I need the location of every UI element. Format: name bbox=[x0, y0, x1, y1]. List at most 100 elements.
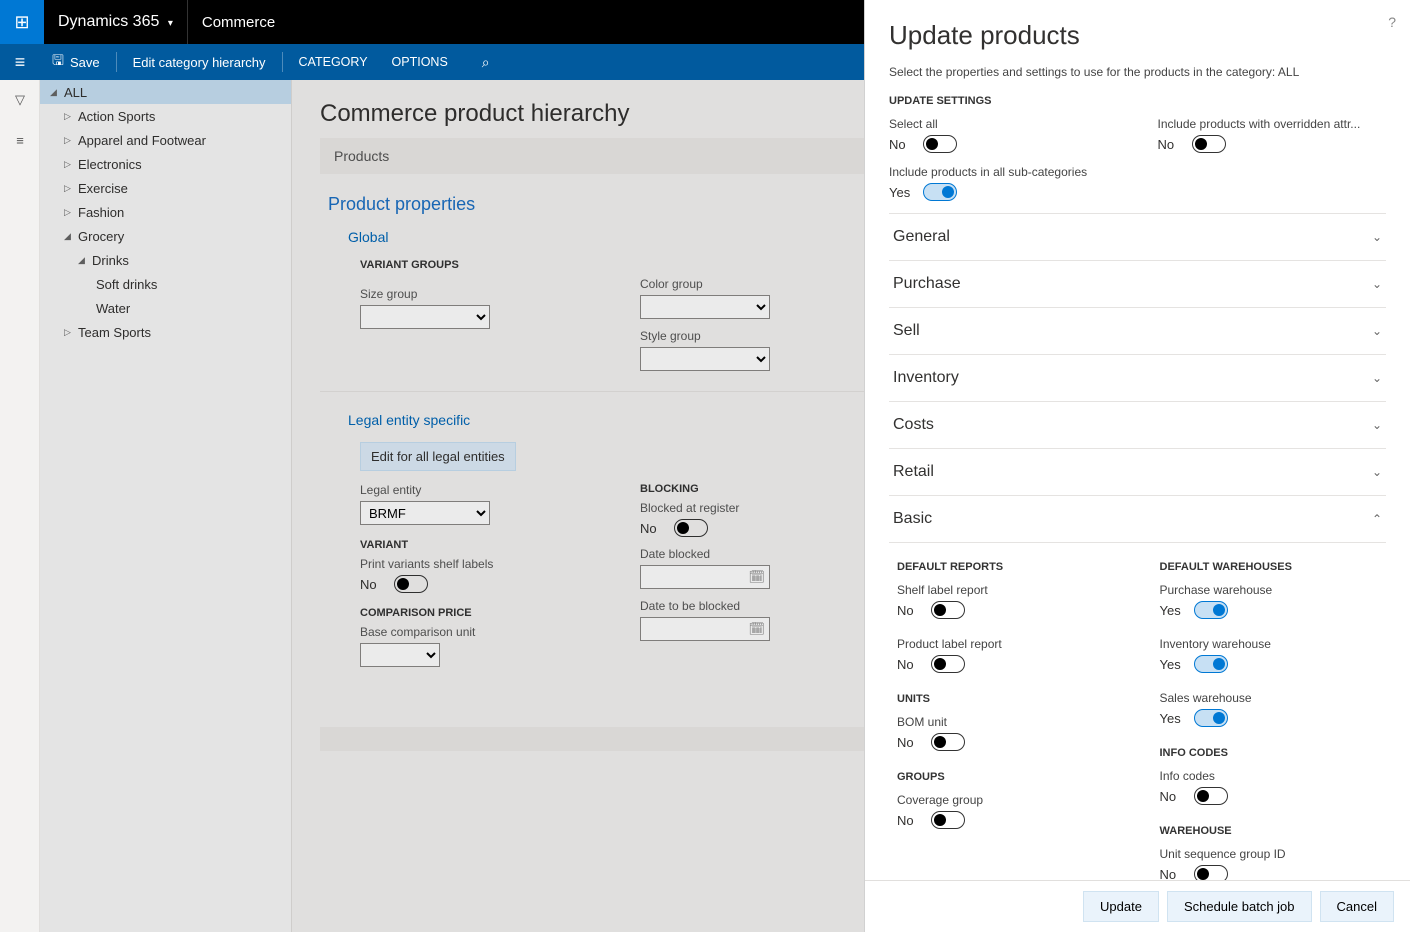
collapse-icon: ◢ bbox=[64, 231, 78, 242]
style-group-select[interactable] bbox=[640, 347, 770, 371]
edit-all-legal-entities-button[interactable]: Edit for all legal entities bbox=[360, 442, 516, 471]
info-codes-value: No bbox=[1160, 789, 1194, 804]
schedule-batch-job-button[interactable]: Schedule batch job bbox=[1167, 891, 1312, 922]
date-blocked-input[interactable]: 🗓 bbox=[640, 565, 770, 589]
accordion-purchase[interactable]: Purchase⌄ bbox=[889, 261, 1386, 308]
info-codes-toggle[interactable] bbox=[1194, 787, 1228, 805]
calendar-icon: 🗓 bbox=[748, 621, 765, 637]
print-variants-label: Print variants shelf labels bbox=[360, 557, 560, 571]
chevron-down-icon: ⌄ bbox=[1372, 465, 1382, 479]
coverage-group-label: Coverage group bbox=[897, 793, 1120, 807]
bom-unit-value: No bbox=[897, 735, 931, 750]
include-overridden-toggle[interactable] bbox=[1192, 135, 1226, 153]
sales-warehouse-label: Sales warehouse bbox=[1160, 691, 1383, 705]
expand-icon: ▷ bbox=[64, 183, 78, 194]
default-reports-heading: DEFAULT REPORTS bbox=[897, 561, 1120, 573]
units-heading: UNITS bbox=[897, 693, 1120, 705]
accordion-sell[interactable]: Sell⌄ bbox=[889, 308, 1386, 355]
chevron-up-icon: ⌃ bbox=[1372, 512, 1382, 526]
include-subcategories-toggle[interactable] bbox=[923, 183, 957, 201]
category-menu[interactable]: CATEGORY bbox=[287, 44, 380, 80]
print-variants-toggle[interactable] bbox=[394, 575, 428, 593]
app-launcher-icon[interactable]: ⊞ bbox=[0, 0, 44, 44]
legal-entity-label: Legal entity bbox=[360, 483, 560, 497]
tree-node[interactable]: ▷Exercise bbox=[40, 176, 291, 200]
purchase-warehouse-label: Purchase warehouse bbox=[1160, 583, 1383, 597]
info-codes-label: Info codes bbox=[1160, 769, 1383, 783]
base-comparison-select[interactable] bbox=[360, 643, 440, 667]
hamburger-icon[interactable]: ≡ bbox=[0, 44, 40, 80]
expand-icon: ▷ bbox=[64, 111, 78, 122]
panel-description: Select the properties and settings to us… bbox=[889, 65, 1386, 79]
print-variants-value: No bbox=[360, 577, 394, 592]
panel-title: Update products bbox=[889, 20, 1386, 51]
search-icon[interactable]: ⌕ bbox=[470, 44, 502, 80]
base-comparison-label: Base comparison unit bbox=[360, 625, 560, 639]
coverage-group-toggle[interactable] bbox=[931, 811, 965, 829]
expand-icon: ▷ bbox=[64, 159, 78, 170]
tree-node[interactable]: ▷Action Sports bbox=[40, 104, 291, 128]
accordion-inventory[interactable]: Inventory⌄ bbox=[889, 355, 1386, 402]
help-icon[interactable]: ? bbox=[1388, 14, 1396, 30]
tree-node-grocery[interactable]: ◢Grocery bbox=[40, 224, 291, 248]
shelf-label-report-value: No bbox=[897, 603, 931, 618]
bom-unit-toggle[interactable] bbox=[931, 733, 965, 751]
color-group-select[interactable] bbox=[640, 295, 770, 319]
shelf-label-report-toggle[interactable] bbox=[931, 601, 965, 619]
blocking-title: BLOCKING bbox=[640, 483, 840, 495]
category-tree: ◢ ALL ▷Action Sports ▷Apparel and Footwe… bbox=[40, 80, 292, 932]
expand-icon: ▷ bbox=[64, 135, 78, 146]
product-label-report-toggle[interactable] bbox=[931, 655, 965, 673]
size-group-label: Size group bbox=[360, 287, 560, 301]
tree-node[interactable]: ▷Fashion bbox=[40, 200, 291, 224]
inventory-warehouse-toggle[interactable] bbox=[1194, 655, 1228, 673]
groups-heading: GROUPS bbox=[897, 771, 1120, 783]
chevron-down-icon: ⌄ bbox=[1372, 324, 1382, 338]
include-overridden-value: No bbox=[1158, 137, 1192, 152]
save-button[interactable]: Save bbox=[40, 44, 112, 80]
date-blocked-label: Date blocked bbox=[640, 547, 840, 561]
include-overridden-label: Include products with overridden attr... bbox=[1158, 117, 1387, 131]
purchase-warehouse-toggle[interactable] bbox=[1194, 601, 1228, 619]
select-all-label: Select all bbox=[889, 117, 1118, 131]
tree-node[interactable]: ▷Electronics bbox=[40, 152, 291, 176]
select-all-toggle[interactable] bbox=[923, 135, 957, 153]
expand-icon: ▷ bbox=[64, 207, 78, 218]
tree-node-drinks[interactable]: ◢Drinks bbox=[40, 248, 291, 272]
coverage-group-value: No bbox=[897, 813, 931, 828]
color-group-label: Color group bbox=[640, 277, 840, 291]
inventory-warehouse-value: Yes bbox=[1160, 657, 1194, 672]
unit-sequence-label: Unit sequence group ID bbox=[1160, 847, 1383, 861]
update-button[interactable]: Update bbox=[1083, 891, 1159, 922]
variant-title: VARIANT bbox=[360, 539, 560, 551]
legal-entity-select[interactable]: BRMF bbox=[360, 501, 490, 525]
brand-label: Dynamics 365 bbox=[58, 13, 159, 30]
tree-node-all[interactable]: ◢ ALL bbox=[40, 80, 291, 104]
edit-category-hierarchy-button[interactable]: Edit category hierarchy bbox=[121, 44, 278, 80]
accordion-retail[interactable]: Retail⌄ bbox=[889, 449, 1386, 496]
accordion-basic[interactable]: Basic⌃ bbox=[889, 496, 1386, 543]
tree-node[interactable]: ▷Apparel and Footwear bbox=[40, 128, 291, 152]
sales-warehouse-value: Yes bbox=[1160, 711, 1194, 726]
tree-node[interactable]: ▷Team Sports bbox=[40, 320, 291, 344]
date-to-block-input[interactable]: 🗓 bbox=[640, 617, 770, 641]
chevron-down-icon: ⌄ bbox=[1372, 418, 1382, 432]
tree-node[interactable]: Water bbox=[40, 296, 291, 320]
cancel-button[interactable]: Cancel bbox=[1320, 891, 1394, 922]
blocked-register-toggle[interactable] bbox=[674, 519, 708, 537]
unit-sequence-toggle[interactable] bbox=[1194, 865, 1228, 880]
chevron-down-icon: ⌄ bbox=[1372, 230, 1382, 244]
size-group-select[interactable] bbox=[360, 305, 490, 329]
sales-warehouse-toggle[interactable] bbox=[1194, 709, 1228, 727]
filter-icon[interactable]: ▽ bbox=[0, 80, 40, 120]
accordion-general[interactable]: General⌄ bbox=[889, 214, 1386, 261]
inventory-warehouse-label: Inventory warehouse bbox=[1160, 637, 1383, 651]
tree-node[interactable]: Soft drinks bbox=[40, 272, 291, 296]
style-group-label: Style group bbox=[640, 329, 840, 343]
date-to-block-label: Date to be blocked bbox=[640, 599, 840, 613]
accordion-costs[interactable]: Costs⌄ bbox=[889, 402, 1386, 449]
brand-dropdown[interactable]: Dynamics 365 ▾ bbox=[44, 13, 187, 31]
options-menu[interactable]: OPTIONS bbox=[380, 44, 460, 80]
update-products-panel: ? Update products Select the properties … bbox=[864, 0, 1410, 932]
list-icon[interactable]: ≡ bbox=[0, 120, 40, 160]
